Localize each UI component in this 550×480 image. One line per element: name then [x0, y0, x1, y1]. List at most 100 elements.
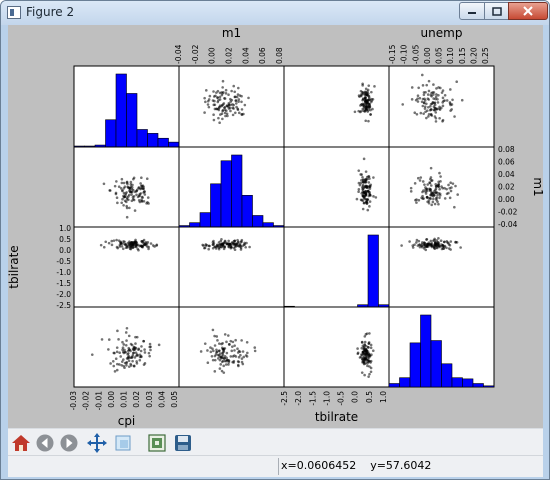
point-m1-cpi [120, 181, 124, 185]
panel-cpi-unemp[interactable] [388, 65, 495, 148]
point-m1-cpi [102, 182, 106, 186]
point-cpi-m1 [218, 95, 222, 99]
point-tbilrate-m1 [207, 247, 210, 251]
point-cpi-m1 [222, 91, 225, 94]
point-unemp-m1 [237, 349, 241, 353]
point-unemp-m1 [246, 351, 249, 355]
point-unemp-tbilrate [366, 364, 369, 368]
point-m1-unemp [449, 181, 452, 185]
point-m1-unemp [438, 171, 441, 175]
point-cpi-m1 [240, 108, 244, 111]
panel-cpi-m1[interactable] [178, 65, 285, 148]
panel-m1-tbilrate[interactable] [283, 146, 390, 228]
point-m1-tbilrate [361, 207, 365, 211]
point-unemp-m1 [236, 360, 240, 363]
point-tbilrate-cpi [134, 242, 138, 246]
panel-unemp-tbilrate[interactable] [283, 306, 390, 388]
point-m1-tbilrate [357, 190, 360, 193]
point-unemp-m1 [236, 363, 240, 367]
cursor-coordinates: x=0.0606452 y=57.6042 [281, 459, 432, 472]
point-unemp-cpi [143, 348, 146, 351]
point-unemp-tbilrate [356, 352, 360, 356]
point-cpi-m1 [207, 105, 211, 109]
tick-top-m1-6: 0.08 [275, 47, 284, 64]
point-m1-cpi [114, 192, 118, 196]
subplots-button[interactable] [146, 432, 168, 454]
point-cpi-m1 [204, 89, 208, 92]
point-cpi-tbilrate [370, 97, 373, 101]
point-tbilrate-cpi [137, 248, 140, 252]
point-tbilrate-unemp [437, 242, 441, 245]
point-unemp-cpi [125, 360, 129, 364]
panel-tbilrate-m1[interactable] [178, 226, 285, 308]
point-m1-unemp [416, 176, 420, 180]
home-icon [12, 435, 30, 451]
point-m1-unemp [428, 181, 432, 185]
point-tbilrate-unemp [449, 240, 453, 243]
point-m1-cpi [132, 195, 136, 198]
point-m1-unemp [430, 184, 433, 187]
point-m1-tbilrate [374, 196, 378, 199]
scatter-matrix-chart[interactable]: -0.04 -0.02 0.00 0.02 0.04 0.06 0.08 -0.15 -0.10… [8, 25, 543, 428]
point-unemp-cpi [115, 368, 119, 372]
save-button[interactable] [172, 432, 194, 454]
point-tbilrate-m1 [221, 243, 225, 246]
figure-canvas[interactable]: -0.04 -0.02 0.00 0.02 0.04 0.06 0.08 -0.15 -0.10… [8, 25, 543, 428]
point-cpi-tbilrate [363, 90, 367, 94]
point-unemp-cpi [139, 349, 143, 353]
point-cpi-unemp [450, 108, 453, 111]
point-unemp-m1 [222, 371, 226, 374]
point-tbilrate-unemp [408, 240, 411, 243]
point-unemp-cpi [116, 329, 119, 333]
tick-top-m1-2: 0.00 [208, 47, 217, 64]
tick-top-unemp-6: 0.15 [458, 47, 467, 64]
minimize-button[interactable] [459, 2, 485, 20]
axis-label-right-m1: m1 [531, 177, 543, 196]
point-unemp-cpi [129, 362, 132, 366]
point-tbilrate-cpi [128, 241, 132, 245]
point-cpi-m1 [238, 94, 242, 97]
point-unemp-cpi [148, 342, 152, 346]
point-cpi-unemp [426, 109, 429, 112]
point-m1-cpi [108, 189, 111, 192]
point-m1-cpi [140, 195, 144, 199]
point-cpi-m1 [235, 95, 239, 99]
back-button[interactable] [34, 432, 56, 454]
point-m1-cpi [128, 206, 131, 210]
tick-top-m1-4: 0.04 [241, 47, 250, 64]
point-unemp-m1 [253, 349, 257, 353]
zoom-button[interactable] [112, 432, 134, 454]
point-unemp-m1 [240, 357, 244, 360]
point-unemp-cpi [148, 345, 152, 349]
panel-tbilrate-unemp[interactable] [388, 226, 495, 308]
panel-cpi-tbilrate[interactable] [283, 65, 390, 148]
point-unemp-cpi [134, 342, 137, 345]
point-tbilrate-m1 [229, 243, 233, 247]
point-m1-tbilrate [355, 197, 359, 201]
point-unemp-cpi [113, 351, 116, 355]
panel-unemp-cpi[interactable] [73, 306, 180, 388]
point-cpi-m1 [232, 84, 236, 88]
point-m1-unemp [453, 205, 456, 209]
pan-button[interactable] [86, 432, 108, 454]
point-unemp-m1 [222, 357, 226, 360]
forward-button[interactable] [58, 432, 80, 454]
point-unemp-tbilrate [367, 375, 370, 378]
point-m1-unemp [430, 179, 433, 183]
point-cpi-unemp [431, 101, 435, 104]
tick-left-tbilrate-2: 0.0 [59, 246, 71, 255]
point-tbilrate-unemp [429, 239, 433, 243]
maximize-button[interactable] [484, 2, 509, 20]
point-unemp-m1 [232, 359, 236, 363]
close-button[interactable] [508, 2, 548, 20]
point-cpi-m1 [215, 91, 218, 94]
point-unemp-m1 [245, 340, 249, 344]
point-tbilrate-m1 [243, 243, 246, 246]
point-tbilrate-unemp [424, 248, 428, 252]
point-m1-unemp [437, 191, 441, 195]
tick-top-unemp-1: -0.10 [400, 44, 409, 64]
point-unemp-cpi [113, 370, 117, 373]
home-button[interactable] [10, 432, 32, 454]
panel-tbilrate-cpi[interactable] [73, 226, 180, 308]
point-tbilrate-unemp [432, 246, 436, 250]
